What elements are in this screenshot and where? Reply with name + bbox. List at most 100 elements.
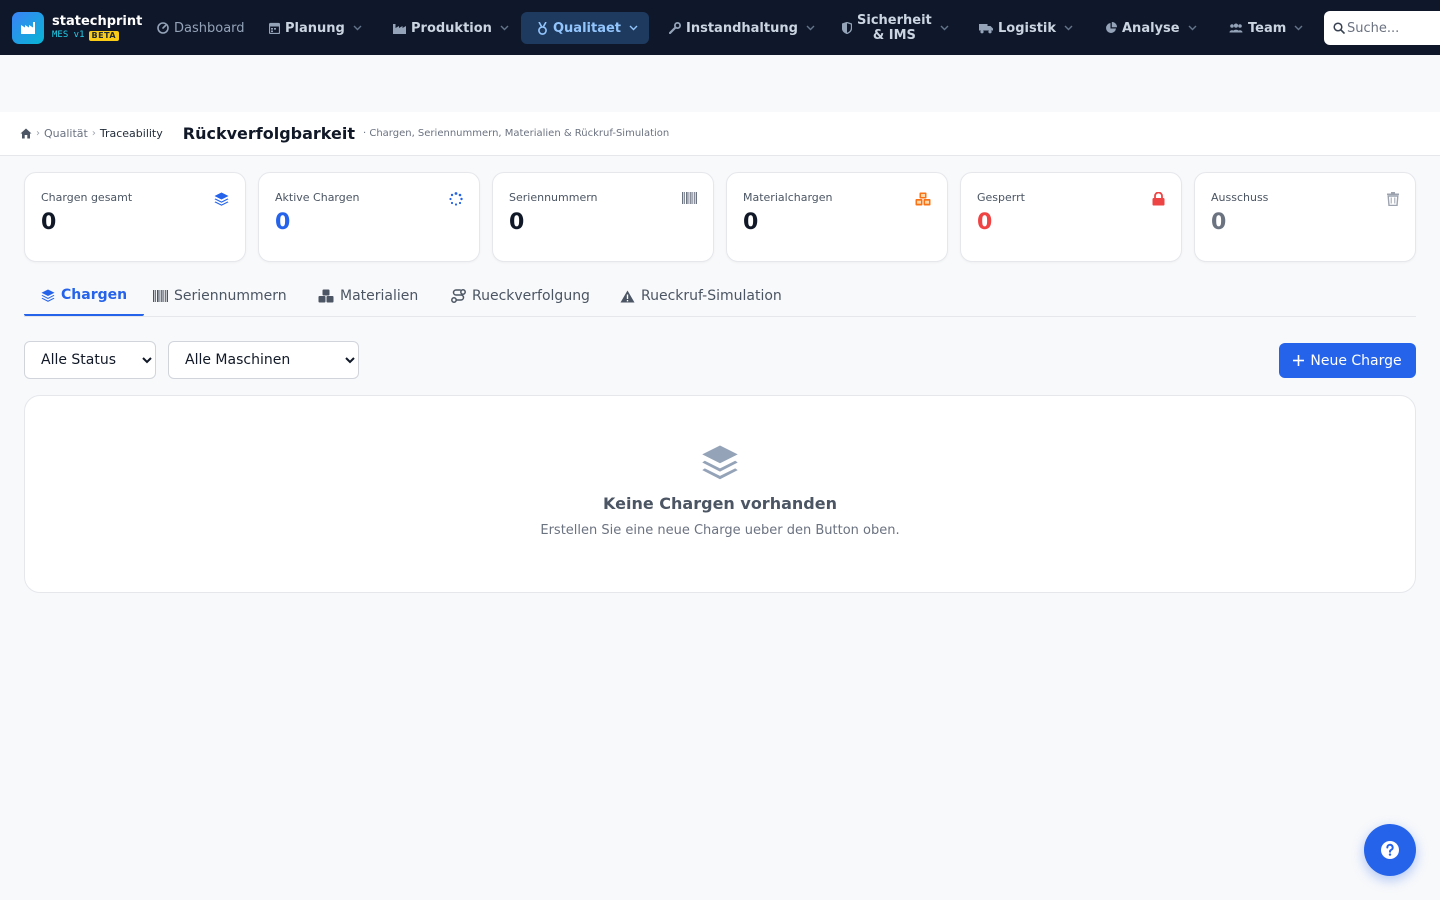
layer-group-icon — [214, 192, 229, 206]
status-filter-select[interactable]: Alle Status — [24, 341, 156, 379]
new-batch-button[interactable]: Neue Charge — [1279, 343, 1416, 378]
empty-state-title: Keine Chargen vorhanden — [603, 494, 837, 513]
stat-value: 0 — [275, 210, 291, 235]
chevron-down-icon — [500, 25, 509, 31]
nav-team-label: Team — [1248, 20, 1287, 36]
page-title: Rückverfolgbarkeit — [182, 124, 355, 143]
empty-state-description: Erstellen Sie eine neue Charge ueber den… — [540, 523, 900, 538]
cubes-icon — [318, 289, 334, 303]
tab-materialien[interactable]: Materialien — [301, 276, 435, 316]
empty-state: Keine Chargen vorhanden Erstellen Sie ei… — [24, 395, 1416, 593]
search-input[interactable] — [1347, 20, 1440, 36]
tab-rueckverfolgung[interactable]: Rueckverfolgung — [434, 276, 607, 316]
route-icon — [451, 289, 466, 303]
trash-icon — [1387, 192, 1399, 206]
search-box[interactable] — [1324, 11, 1440, 45]
warning-icon — [620, 290, 635, 303]
tab-rueckruf-label: Rueckruf-Simulation — [641, 288, 782, 304]
stat-card-chargen-gesamt: Chargen gesamt 0 — [24, 172, 246, 262]
nav-analyse[interactable]: Analyse — [1097, 12, 1205, 44]
machine-filter-select[interactable]: Alle Maschinen — [168, 341, 359, 379]
stat-card-gesperrt: Gesperrt 0 — [960, 172, 1182, 262]
tab-chargen-label: Chargen — [61, 287, 128, 303]
pie-chart-icon — [1105, 22, 1117, 34]
stat-value: 0 — [743, 210, 759, 235]
breadcrumb-traceability: Traceability — [99, 127, 163, 140]
tab-bar: Chargen Seriennummern Materialien Rueckv… — [24, 276, 1416, 317]
breadcrumb-qualitaet[interactable]: Qualität — [44, 127, 88, 140]
stat-value: 0 — [41, 210, 57, 235]
stat-card-ausschuss: Ausschuss 0 — [1194, 172, 1416, 262]
calendar-icon — [269, 22, 280, 34]
users-icon — [1229, 23, 1243, 33]
help-button[interactable] — [1364, 824, 1416, 876]
medal-icon — [537, 21, 548, 35]
truck-icon — [979, 23, 993, 34]
layer-group-icon — [701, 444, 739, 480]
brand-name: statechprint — [52, 13, 143, 29]
nav-logistik-label: Logistik — [998, 20, 1057, 36]
stat-card-seriennummern: Seriennummern 0 — [492, 172, 714, 262]
shield-icon — [842, 22, 852, 34]
chevron-down-icon — [629, 25, 638, 31]
chevron-down-icon — [1064, 25, 1073, 31]
brand[interactable]: statechprint MES v1 BETA — [12, 11, 146, 44]
stat-value: 0 — [1211, 210, 1227, 235]
tab-seriennummern[interactable]: Seriennummern — [136, 276, 304, 316]
tab-chargen[interactable]: Chargen — [24, 276, 145, 316]
stat-label: Aktive Chargen — [275, 191, 360, 204]
tab-materialien-label: Materialien — [340, 288, 419, 304]
page-header: › Qualität › Traceability Rückverfolgbar… — [0, 112, 1440, 156]
nav-sicherheit[interactable]: Sicherheit & IMS — [834, 8, 957, 48]
tab-rueckruf-simulation[interactable]: Rueckruf-Simulation — [603, 276, 799, 316]
layer-group-icon — [41, 288, 55, 302]
beta-badge: BETA — [88, 30, 120, 41]
chevron-down-icon — [940, 25, 949, 31]
barcode-icon — [153, 290, 168, 302]
stat-label: Gesperrt — [977, 191, 1025, 204]
stat-cards: Chargen gesamt 0 Aktive Chargen 0 Serien… — [24, 172, 1416, 262]
page-subtitle: · Chargen, Seriennummern, Materialien & … — [363, 128, 670, 139]
stat-card-aktive-chargen: Aktive Chargen 0 — [258, 172, 480, 262]
plus-icon — [1293, 355, 1305, 366]
nav-dashboard-label: Dashboard — [174, 20, 245, 36]
chevron-down-icon — [806, 25, 815, 31]
chevron-down-icon — [353, 25, 362, 31]
tab-seriennummern-label: Seriennummern — [174, 288, 287, 304]
wrench-icon — [669, 22, 681, 34]
nav-produktion-label: Produktion — [411, 20, 492, 36]
breadcrumb: › Qualität › Traceability — [20, 127, 163, 140]
stat-label: Seriennummern — [509, 191, 598, 204]
nav-logistik[interactable]: Logistik — [971, 12, 1081, 44]
brand-version: MES v1 — [52, 30, 85, 40]
search-icon — [1333, 22, 1345, 34]
factory-icon — [12, 11, 44, 44]
nav-produktion[interactable]: Produktion — [385, 12, 517, 44]
breadcrumb-separator: › — [36, 128, 40, 139]
question-circle-icon — [1380, 840, 1400, 860]
stat-label: Chargen gesamt — [41, 191, 133, 204]
nav-sicherheit-label-2: & IMS — [872, 28, 916, 43]
nav-dashboard[interactable]: Dashboard — [149, 12, 253, 44]
lock-icon — [1152, 192, 1165, 206]
stat-label: Materialchargen — [743, 191, 833, 204]
cubes-icon — [915, 192, 931, 206]
spinner-icon — [449, 192, 463, 206]
nav-sicherheit-label: Sicherheit — [857, 13, 932, 28]
nav-team[interactable]: Team — [1221, 12, 1311, 44]
nav-qualitaet-label: Qualitaet — [553, 20, 622, 36]
chevron-down-icon — [1294, 25, 1303, 31]
nav-instandhaltung[interactable]: Instandhaltung — [661, 12, 823, 44]
top-navbar: statechprint MES v1 BETA Dashboard Planu… — [0, 0, 1440, 55]
stat-label: Ausschuss — [1211, 191, 1269, 204]
industry-icon — [393, 23, 406, 34]
nav-instandhaltung-label: Instandhaltung — [686, 20, 798, 36]
gauge-icon — [157, 22, 169, 34]
home-icon[interactable] — [20, 128, 32, 139]
nav-planung[interactable]: Planung — [261, 12, 370, 44]
nav-analyse-label: Analyse — [1122, 20, 1180, 36]
tab-rueckverfolgung-label: Rueckverfolgung — [472, 288, 590, 304]
stat-value: 0 — [977, 210, 993, 235]
stat-card-materialchargen: Materialchargen 0 — [726, 172, 948, 262]
nav-qualitaet[interactable]: Qualitaet — [521, 12, 649, 44]
